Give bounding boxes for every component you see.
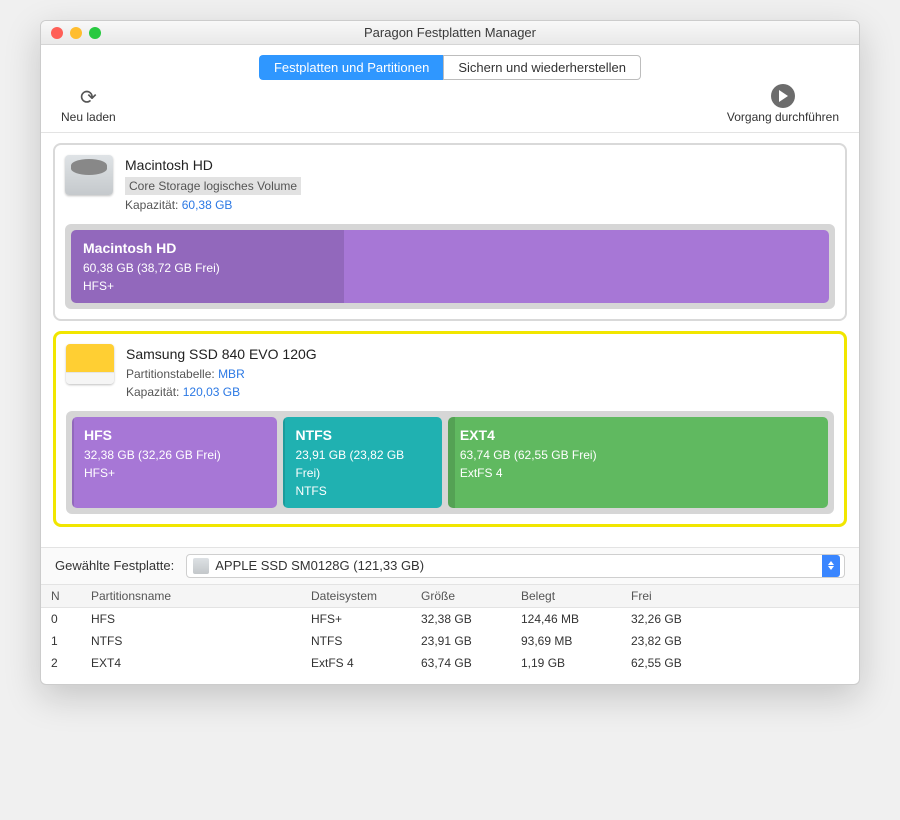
chevron-updown-icon: [822, 555, 840, 577]
titlebar: Paragon Festplatten Manager: [41, 21, 859, 45]
table-row[interactable]: 0HFSHFS+32,38 GB124,46 MB32,26 GB: [41, 607, 859, 630]
table-row[interactable]: 1NTFSNTFS23,91 GB93,69 MB23,82 GB: [41, 630, 859, 652]
reload-label: Neu laden: [61, 110, 116, 124]
partition-ext4[interactable]: EXT4 63,74 GB (62,55 GB Frei) ExtFS 4: [448, 417, 828, 508]
partition-bar: HFS 32,38 GB (32,26 GB Frei) HFS+ NTFS 2…: [66, 411, 834, 514]
col-n[interactable]: N: [41, 585, 81, 608]
tab-backup[interactable]: Sichern und wiederherstellen: [443, 55, 641, 80]
reload-icon: ⟳: [74, 86, 102, 108]
partition-bar: ❋ Macintosh HD 60,38 GB (38,72 GB Frei) …: [65, 224, 835, 309]
col-name[interactable]: Partitionsname: [81, 585, 301, 608]
external-disk-icon: [66, 344, 114, 384]
disk-panel-1[interactable]: Samsung SSD 840 EVO 120G Partitionstabel…: [53, 331, 847, 527]
col-free[interactable]: Frei: [621, 585, 859, 608]
disk-name: Macintosh HD: [125, 155, 301, 176]
col-used[interactable]: Belegt: [511, 585, 621, 608]
disk-select[interactable]: APPLE SSD SM0128G (121,33 GB): [186, 554, 845, 578]
play-icon: [771, 84, 795, 108]
run-label: Vorgang durchführen: [727, 110, 839, 124]
selected-disk-row: Gewählte Festplatte: APPLE SSD SM0128G (…: [41, 547, 859, 585]
partition-hfs[interactable]: HFS 32,38 GB (32,26 GB Frei) HFS+: [72, 417, 277, 508]
partition-ntfs[interactable]: NTFS 23,91 GB (23,82 GB Frei) NTFS: [283, 417, 441, 508]
disk-name: Samsung SSD 840 EVO 120G: [126, 344, 317, 365]
disk-panel-0[interactable]: Macintosh HD Core Storage logisches Volu…: [53, 143, 847, 321]
window-title: Paragon Festplatten Manager: [41, 25, 859, 40]
disk-select-value: APPLE SSD SM0128G (121,33 GB): [215, 558, 424, 573]
table-row[interactable]: 2EXT4ExtFS 463,74 GB1,19 GB62,55 GB: [41, 652, 859, 674]
toolbar: ⟳ Neu laden Vorgang durchführen: [41, 80, 859, 133]
main-tabs: Festplatten und Partitionen Sichern und …: [41, 45, 859, 80]
col-size[interactable]: Größe: [411, 585, 511, 608]
partition-macintosh-hd[interactable]: Macintosh HD 60,38 GB (38,72 GB Frei) HF…: [71, 230, 829, 303]
run-button[interactable]: Vorgang durchführen: [727, 84, 839, 124]
disk-partition-table-row: Partitionstabelle: MBR: [126, 365, 317, 383]
reload-button[interactable]: ⟳ Neu laden: [61, 86, 116, 124]
table-header-row: N Partitionsname Dateisystem Größe Beleg…: [41, 585, 859, 608]
disk-subtitle: Core Storage logisches Volume: [125, 177, 301, 195]
disk-capacity-row: Kapazität: 60,38 GB: [125, 196, 301, 214]
content-area: Macintosh HD Core Storage logisches Volu…: [41, 133, 859, 547]
selected-disk-label: Gewählte Festplatte:: [55, 558, 174, 573]
internal-disk-icon: [65, 155, 113, 195]
partition-table-list: N Partitionsname Dateisystem Größe Beleg…: [41, 585, 859, 684]
tab-disks[interactable]: Festplatten und Partitionen: [259, 55, 443, 80]
col-fs[interactable]: Dateisystem: [301, 585, 411, 608]
disk-small-icon: [193, 558, 209, 574]
disk-capacity-row: Kapazität: 120,03 GB: [126, 383, 317, 401]
app-window: Paragon Festplatten Manager Festplatten …: [40, 20, 860, 685]
